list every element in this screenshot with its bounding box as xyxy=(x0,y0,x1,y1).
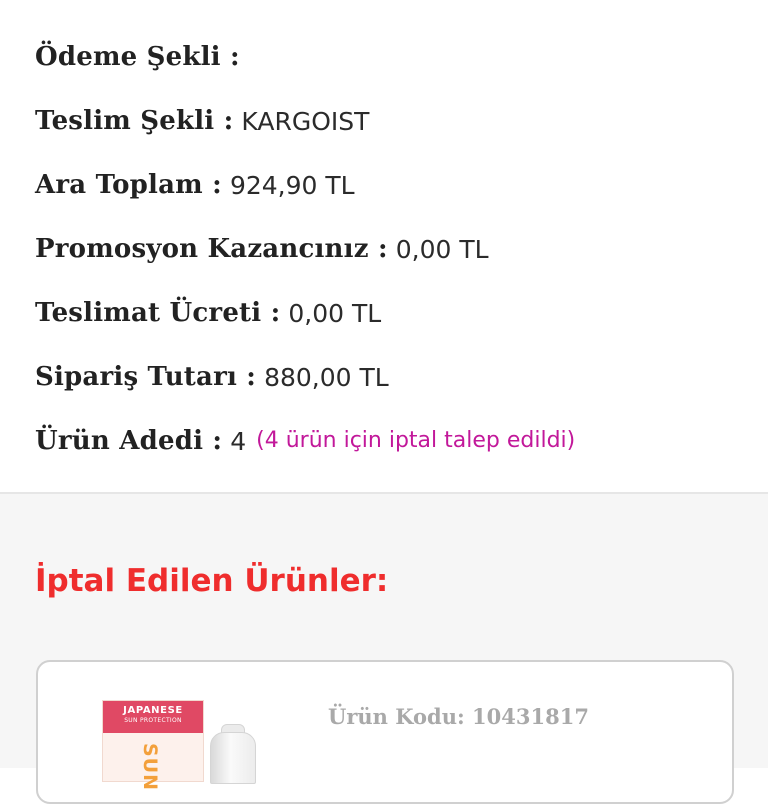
product-brand-band: JAPANESE SUN PROTECTION xyxy=(103,701,203,733)
payment-method-row: Ödeme Şekli : xyxy=(35,25,735,89)
delivery-fee-label: Teslimat Ücreti : xyxy=(35,298,281,328)
cancelled-products-title: İptal Edilen Ürünler: xyxy=(35,563,389,599)
product-code: Ürün Kodu: 10431817 xyxy=(328,704,589,729)
cancellation-note: (4 ürün için iptal talep edildi) xyxy=(256,428,576,453)
delivery-fee-row: Teslimat Ücreti : 0,00 TL xyxy=(35,281,735,345)
promotion-savings-value: 0,00 TL xyxy=(395,234,489,264)
promotion-savings-label: Promosyon Kazancınız : xyxy=(35,234,388,264)
item-count-row: Ürün Adedi : 4 (4 ürün için iptal talep … xyxy=(35,409,735,473)
delivery-method-value: KARGOIST xyxy=(241,106,370,136)
subtotal-label: Ara Toplam : xyxy=(35,170,222,200)
payment-method-label: Ödeme Şekli : xyxy=(35,42,240,72)
product-image: JAPANESE SUN PROTECTION SUN xyxy=(102,700,302,791)
product-vertical-word: SUN xyxy=(139,743,161,792)
product-brand-line-1: JAPANESE xyxy=(123,705,183,716)
item-count-value: 4 xyxy=(230,426,247,456)
subtotal-row: Ara Toplam : 924,90 TL xyxy=(35,153,735,217)
product-box-image: JAPANESE SUN PROTECTION SUN xyxy=(102,700,204,791)
cancelled-product-card[interactable]: JAPANESE SUN PROTECTION SUN Ürün Kodu: 1… xyxy=(36,660,734,804)
order-total-row: Sipariş Tutarı : 880,00 TL xyxy=(35,345,735,409)
product-bottle xyxy=(210,732,256,784)
delivery-fee-value: 0,00 TL xyxy=(288,298,382,328)
order-total-label: Sipariş Tutarı : xyxy=(35,362,257,392)
product-brand-line-2: SUN PROTECTION xyxy=(124,717,182,724)
order-summary: Ödeme Şekli : Teslim Şekli : KARGOIST Ar… xyxy=(35,25,735,473)
subtotal-value: 924,90 TL xyxy=(229,170,355,200)
order-total-value: 880,00 TL xyxy=(264,362,389,392)
item-count-label: Ürün Adedi : xyxy=(35,426,223,456)
delivery-method-label: Teslim Şekli : xyxy=(35,106,234,136)
promotion-savings-row: Promosyon Kazancınız : 0,00 TL xyxy=(35,217,735,281)
delivery-method-row: Teslim Şekli : KARGOIST xyxy=(35,89,735,153)
